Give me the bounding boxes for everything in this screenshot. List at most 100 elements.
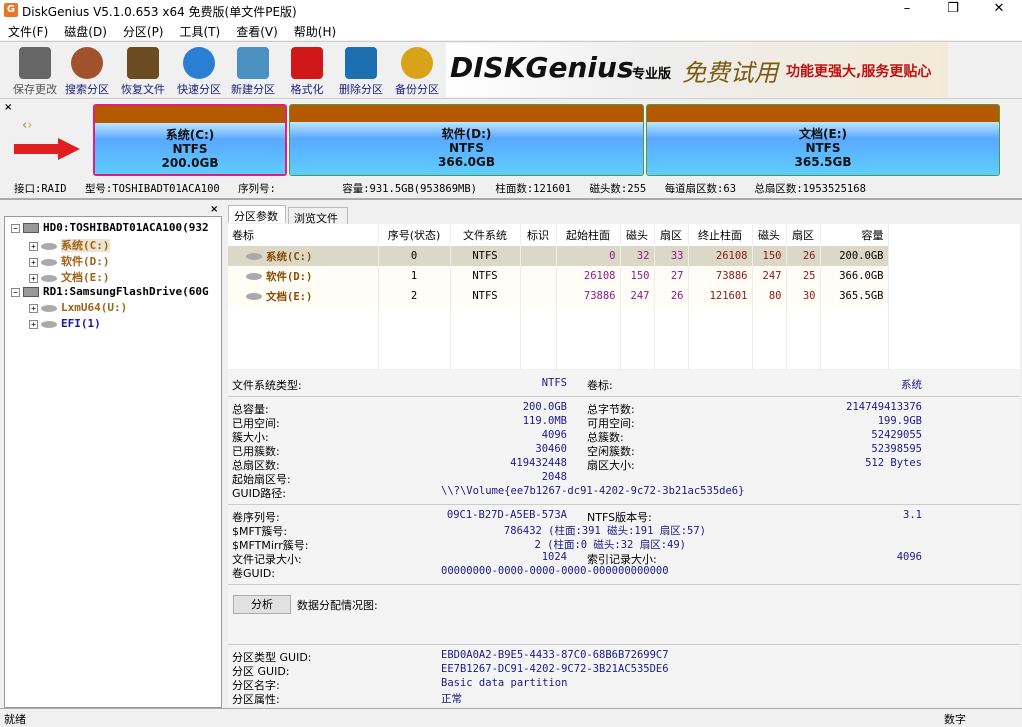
- close-panel-icon[interactable]: ×: [4, 102, 12, 113]
- partition-name: 系统(C:): [95, 128, 285, 142]
- close-button[interactable]: ✕: [976, 0, 1022, 20]
- toolbar-label: 保存更改: [8, 81, 62, 97]
- detail-value: 200.0GB: [440, 401, 567, 413]
- empty-cell: [688, 326, 752, 346]
- column-header[interactable]: 序号(状态): [378, 224, 450, 246]
- table-cell: 150: [752, 246, 786, 266]
- table-cell: 247: [752, 266, 786, 286]
- column-header[interactable]: 扇区: [654, 224, 688, 246]
- toolbar-label: 备份分区: [390, 81, 444, 97]
- prev-disk-icon[interactable]: ‹›: [22, 118, 32, 133]
- detail-value: 30460: [440, 443, 567, 455]
- toolbar-button-delete[interactable]: 删除分区: [334, 45, 388, 97]
- table-cell: 200.0GB: [820, 246, 888, 266]
- detail-value: 2048: [440, 471, 567, 483]
- empty-cell: [520, 326, 556, 346]
- empty-cell: [752, 326, 786, 346]
- column-header[interactable]: 起始柱面: [556, 224, 620, 246]
- minimize-button[interactable]: –: [884, 0, 930, 20]
- tree-volume-node[interactable]: +系统(C:): [29, 237, 110, 253]
- expand-icon[interactable]: +: [29, 258, 38, 267]
- expand-icon[interactable]: +: [29, 304, 38, 313]
- divider: [228, 504, 1020, 505]
- column-header[interactable]: 磁头: [620, 224, 654, 246]
- column-header[interactable]: 文件系统: [450, 224, 520, 246]
- empty-cell: [786, 346, 820, 366]
- column-header[interactable]: 扇区: [786, 224, 820, 246]
- disk-total-sectors: 总扇区数:1953525168: [754, 183, 866, 195]
- empty-row: [228, 346, 888, 366]
- tab-partition-params[interactable]: 分区参数: [228, 205, 286, 223]
- detail-value: 52398595: [740, 443, 922, 455]
- toolbar-button-new-partition[interactable]: 新建分区: [226, 45, 280, 97]
- menu-help[interactable]: 帮助(H): [286, 20, 344, 40]
- tree-volume-node[interactable]: +文档(E:): [29, 269, 110, 285]
- tree-disk-node[interactable]: −RD1:SamsungFlashDrive(60G: [11, 285, 209, 298]
- menu-view[interactable]: 查看(V): [228, 20, 286, 40]
- mft-value: 786432 (柱面:391 磁头:191 扇区:57): [420, 523, 706, 538]
- column-header[interactable]: 终止柱面: [688, 224, 752, 246]
- tree-disk-node[interactable]: − HD0:TOSHIBADT01ACA100(932: [11, 221, 209, 234]
- expand-icon[interactable]: +: [29, 320, 38, 329]
- expand-icon[interactable]: +: [29, 242, 38, 251]
- toolbar-button-search[interactable]: 搜索分区: [60, 45, 114, 97]
- partition-block-e[interactable]: 文档(E:)NTFS365.5GB: [646, 104, 1000, 176]
- empty-cell: [520, 346, 556, 366]
- empty-cell: [654, 346, 688, 366]
- partition-block-c[interactable]: 系统(C:)NTFS200.0GB: [93, 104, 287, 176]
- column-header[interactable]: 标识: [520, 224, 556, 246]
- ad-banner[interactable]: DISKGenius 专业版 免费试用 功能更强大,服务更贴心: [446, 43, 948, 97]
- divider: [228, 396, 1020, 397]
- toolbar-button-recover[interactable]: 恢复文件: [116, 45, 170, 97]
- cell-volume: 系统(C:): [228, 246, 378, 266]
- empty-cell: [820, 326, 888, 346]
- menu-tools[interactable]: 工具(T): [172, 20, 229, 40]
- maximize-button[interactable]: ❐: [930, 0, 976, 20]
- empty-cell: [752, 346, 786, 366]
- collapse-icon[interactable]: −: [11, 224, 20, 233]
- partition-size: 365.5GB: [647, 155, 999, 169]
- tab-browse-files[interactable]: 浏览文件: [288, 207, 348, 225]
- empty-cell: [378, 326, 450, 346]
- tree-volume-node[interactable]: + LxmU64(U:): [29, 301, 127, 314]
- tree-node-label: LxmU64(U:): [61, 301, 127, 314]
- volume-label: 软件(D:): [266, 271, 312, 283]
- expand-icon[interactable]: +: [29, 274, 38, 283]
- toolbar-button-save[interactable]: 保存更改: [8, 45, 62, 97]
- empty-cell: [654, 306, 688, 326]
- column-header[interactable]: 容量: [820, 224, 888, 246]
- empty-cell: [450, 346, 520, 366]
- vol-label-label: 卷标:: [587, 377, 613, 393]
- disk-capacity: 容量:931.5GB(953869MB): [342, 183, 477, 195]
- column-header[interactable]: 卷标: [228, 224, 378, 246]
- column-header[interactable]: 磁头: [752, 224, 786, 246]
- partition-name: 文档(E:): [647, 127, 999, 141]
- toolbar-button-format[interactable]: 格式化: [280, 45, 334, 97]
- hard-disk-icon: [23, 223, 39, 233]
- toolbar-label: 格式化: [280, 81, 334, 97]
- menu-file[interactable]: 文件(F): [0, 20, 56, 40]
- table-cell: [520, 286, 556, 306]
- analyze-button[interactable]: 分析: [233, 595, 291, 614]
- tree-volume-node[interactable]: +软件(D:): [29, 253, 110, 269]
- table-row[interactable]: 文档(E:)2NTFS73886247261216018030365.5GB: [228, 286, 888, 306]
- pattr-label: 分区属性:: [232, 691, 280, 707]
- menu-disk[interactable]: 磁盘(D): [56, 20, 115, 40]
- tree-node-label: HD0:TOSHIBADT01ACA100(932: [43, 221, 209, 234]
- tree-volume-node[interactable]: +EFI(1): [29, 317, 101, 330]
- menu-partition[interactable]: 分区(P): [115, 20, 172, 40]
- table-row[interactable]: 软件(D:)1NTFS26108150277388624725366.0GB: [228, 266, 888, 286]
- toolbar-button-quick-partition[interactable]: 快速分区: [172, 45, 226, 97]
- table-cell: 73886: [556, 286, 620, 306]
- quick-partition-icon: [183, 47, 215, 79]
- partition-block-d[interactable]: 软件(D:)NTFS366.0GB: [289, 104, 644, 176]
- index-size-value: 4096: [740, 551, 922, 563]
- empty-cell: [228, 346, 378, 366]
- toolbar-button-backup[interactable]: 备份分区: [390, 45, 444, 97]
- empty-cell: [688, 306, 752, 326]
- table-row[interactable]: 系统(C:)0NTFS032332610815026200.0GB: [228, 246, 888, 266]
- collapse-icon[interactable]: −: [11, 288, 20, 297]
- close-tree-icon[interactable]: ×: [210, 204, 218, 215]
- empty-cell: [556, 326, 620, 346]
- empty-cell: [752, 306, 786, 326]
